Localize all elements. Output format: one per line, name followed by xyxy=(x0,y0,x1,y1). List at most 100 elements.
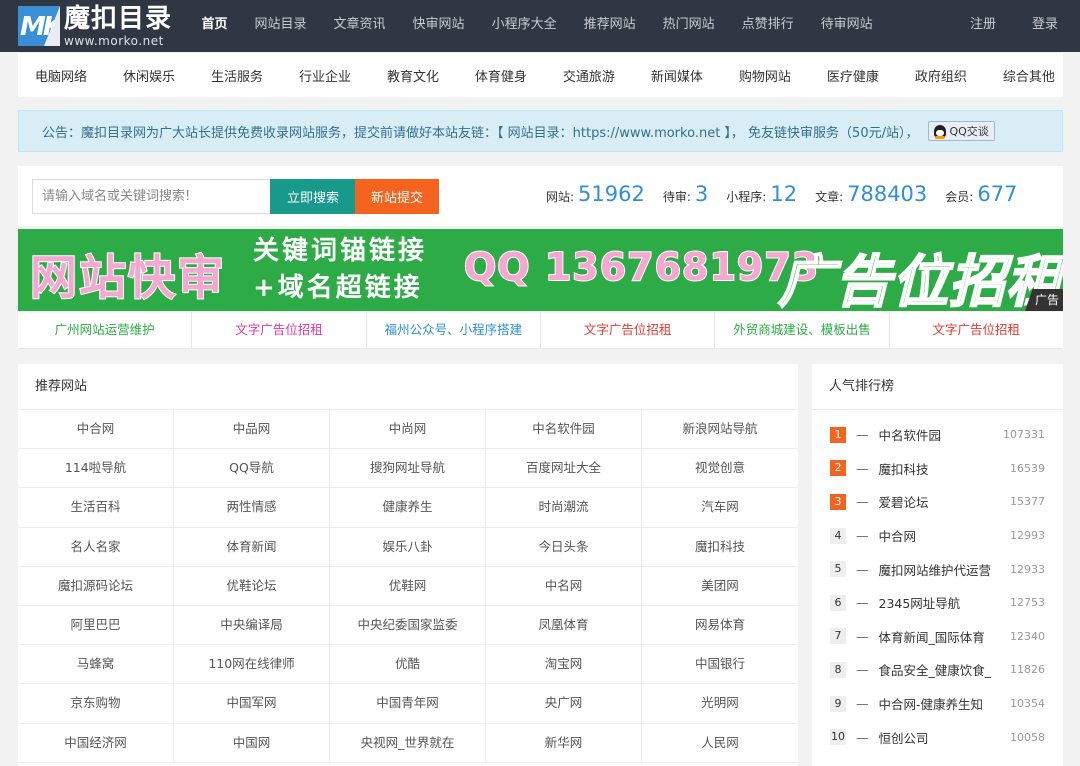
recommended-site-link[interactable]: 马蜂窝 xyxy=(18,645,174,685)
ranking-item[interactable]: 9 — 中合网-健康养生知 10354 xyxy=(812,687,1063,721)
search-button[interactable]: 立即搜索 xyxy=(270,179,356,214)
nav-item[interactable]: 首页 xyxy=(188,0,241,52)
recommended-site-link[interactable]: 中国银行 xyxy=(642,645,798,685)
recommended-site-link[interactable]: 中合网 xyxy=(18,410,174,450)
nav-item[interactable]: 热门网站 xyxy=(649,0,728,52)
recommended-site-link[interactable]: 美团网 xyxy=(642,567,798,606)
recommended-site-link[interactable]: 凤凰体育 xyxy=(486,605,642,646)
recommended-site-link[interactable]: QQ导航 xyxy=(174,449,330,489)
ranking-item[interactable]: 6 — 2345网址导航 12753 xyxy=(812,586,1063,620)
recommended-site-link[interactable]: 人民网 xyxy=(642,724,798,763)
recommended-site-link[interactable]: 魔扣源码论坛 xyxy=(18,566,174,606)
nav-item[interactable]: 网站目录 xyxy=(241,0,320,52)
rank-site-name[interactable]: 食品安全_健康饮食_ xyxy=(879,660,1005,679)
recommended-site-link[interactable]: 中名网 xyxy=(486,566,642,606)
ranking-item[interactable]: 4 — 中合网 12993 xyxy=(812,519,1063,553)
recommended-site-link[interactable]: 114啦导航 xyxy=(18,449,174,489)
rank-site-name[interactable]: 中名软件园 xyxy=(879,425,998,444)
recommended-site-link[interactable]: 两性情感 xyxy=(174,488,330,528)
recommended-site-link[interactable]: 中国青年网 xyxy=(330,684,486,724)
recommended-site-link[interactable]: 淘宝网 xyxy=(486,645,642,685)
rank-site-name[interactable]: 中合网-健康养生知 xyxy=(879,694,1005,713)
recommended-site-link[interactable]: 中央编译局 xyxy=(174,605,330,646)
recommended-site-link[interactable]: 中名软件园 xyxy=(486,410,642,450)
category-link[interactable]: 体育健身 xyxy=(475,66,527,85)
text-ad-link[interactable]: 文字广告位招租 xyxy=(889,312,1063,349)
recommended-site-link[interactable]: 健康养生 xyxy=(330,488,486,528)
rank-site-name[interactable]: 魔扣科技 xyxy=(879,459,1005,478)
category-link[interactable]: 综合其他 xyxy=(1003,66,1055,85)
text-ad-link[interactable]: 福州公众号、小程序搭建 xyxy=(366,312,541,349)
recommended-site-link[interactable]: 今日头条 xyxy=(486,527,642,567)
recommended-site-link[interactable]: 中品网 xyxy=(174,410,330,450)
recommended-site-link[interactable]: 搜狗网址导航 xyxy=(330,449,486,489)
recommended-site-link[interactable]: 名人名家 xyxy=(18,527,174,567)
recommended-site-link[interactable]: 央广网 xyxy=(486,684,642,724)
rank-site-name[interactable]: 魔扣网站维护代运营 xyxy=(879,560,1005,579)
rank-site-name[interactable]: 爱碧论坛 xyxy=(879,492,1005,511)
rank-site-name[interactable]: 恒创公司 xyxy=(879,728,1005,747)
nav-item[interactable]: 文章资讯 xyxy=(320,0,399,52)
text-ad-link[interactable]: 文字广告位招租 xyxy=(540,312,716,349)
category-link[interactable]: 政府组织 xyxy=(915,66,967,85)
category-link[interactable]: 教育文化 xyxy=(387,66,439,85)
text-ad-link[interactable]: 广州网站运营维护 xyxy=(18,312,193,349)
recommended-site-link[interactable]: 京东购物 xyxy=(18,684,174,724)
register-link[interactable]: 注册 xyxy=(970,0,996,52)
recommended-site-link[interactable]: 网易体育 xyxy=(642,606,798,646)
rank-site-name[interactable]: 中合网 xyxy=(879,526,1005,545)
nav-item[interactable]: 待审网站 xyxy=(807,0,886,52)
recommended-site-link[interactable]: 中国军网 xyxy=(174,684,330,724)
recommended-site-link[interactable]: 视觉创意 xyxy=(642,449,798,489)
recommended-site-link[interactable]: 中央纪委国家监委 xyxy=(330,605,486,646)
recommended-site-link[interactable]: 体育新闻 xyxy=(174,527,330,567)
category-link[interactable]: 行业企业 xyxy=(299,66,351,85)
recommended-site-link[interactable]: 新华网 xyxy=(486,723,642,763)
recommended-site-link[interactable]: 新浪网站导航 xyxy=(642,410,798,450)
ranking-item[interactable]: 3 — 爱碧论坛 15377 xyxy=(812,485,1063,519)
recommended-site-link[interactable]: 时尚潮流 xyxy=(486,488,642,528)
recommended-site-link[interactable]: 中尚网 xyxy=(330,410,486,450)
category-link[interactable]: 医疗健康 xyxy=(827,66,879,85)
login-link[interactable]: 登录 xyxy=(1032,0,1058,52)
recommended-site-link[interactable]: 娱乐八卦 xyxy=(330,527,486,567)
site-logo[interactable]: MK 魔扣目录 www.morko.net xyxy=(18,5,172,47)
ranking-item[interactable]: 1 — 中名软件园 107331 xyxy=(812,418,1063,452)
recommended-site-link[interactable]: 中国网 xyxy=(174,723,330,763)
category-link[interactable]: 购物网站 xyxy=(739,66,791,85)
ranking-item[interactable]: 2 — 魔扣科技 16539 xyxy=(812,452,1063,486)
recommended-site-link[interactable]: 汽车网 xyxy=(642,488,798,528)
nav-item[interactable]: 小程序大全 xyxy=(478,0,570,52)
search-input[interactable] xyxy=(32,179,271,214)
recommended-site-link[interactable]: 魔扣科技 xyxy=(642,528,798,567)
nav-item[interactable]: 推荐网站 xyxy=(570,0,649,52)
rank-site-name[interactable]: 2345网址导航 xyxy=(879,593,1005,612)
recommended-site-link[interactable]: 110网在线律师 xyxy=(174,645,330,685)
ranking-item[interactable]: 7 — 体育新闻_国际体育 12340 xyxy=(812,620,1063,654)
recommended-site-link[interactable]: 光明网 xyxy=(642,684,798,724)
category-link[interactable]: 电脑网络 xyxy=(35,66,87,85)
recommended-site-link[interactable]: 中国经济网 xyxy=(18,723,174,763)
recommended-site-link[interactable]: 百度网址大全 xyxy=(486,449,642,489)
category-link[interactable]: 新闻媒体 xyxy=(651,66,703,85)
recommended-site-link[interactable]: 生活百科 xyxy=(18,488,174,528)
qq-chat-button[interactable]: QQ交谈 xyxy=(928,121,995,141)
category-link[interactable]: 休闲娱乐 xyxy=(123,66,175,85)
ranking-item[interactable]: 8 — 食品安全_健康饮食_ 11826 xyxy=(812,653,1063,687)
ranking-item[interactable]: 5 — 魔扣网站维护代运营 12933 xyxy=(812,552,1063,586)
category-link[interactable]: 交通旅游 xyxy=(563,66,615,85)
nav-item[interactable]: 点赞排行 xyxy=(728,0,807,52)
rank-site-name[interactable]: 体育新闻_国际体育 xyxy=(879,627,1005,646)
text-ad-link[interactable]: 外贸商城建设、模板出售 xyxy=(715,312,890,349)
recommended-site-link[interactable]: 优酷 xyxy=(330,645,486,685)
text-ad-link[interactable]: 文字广告位招租 xyxy=(192,312,367,349)
recommended-site-link[interactable]: 优鞋网 xyxy=(330,566,486,606)
ranking-item[interactable]: 10 — 恒创公司 10058 xyxy=(812,720,1063,754)
recommended-site-link[interactable]: 优鞋论坛 xyxy=(174,566,330,606)
category-link[interactable]: 生活服务 xyxy=(211,66,263,85)
recommended-site-link[interactable]: 央视网_世界就在 xyxy=(330,723,486,763)
recommended-site-link[interactable]: 阿里巴巴 xyxy=(18,605,174,646)
nav-item[interactable]: 快审网站 xyxy=(399,0,478,52)
submit-site-button[interactable]: 新站提交 xyxy=(355,179,439,214)
banner-ad[interactable]: 网站快审 关键词锚链接 +域名超链接 QQ 1367681973 广告位招租 广… xyxy=(18,229,1063,311)
